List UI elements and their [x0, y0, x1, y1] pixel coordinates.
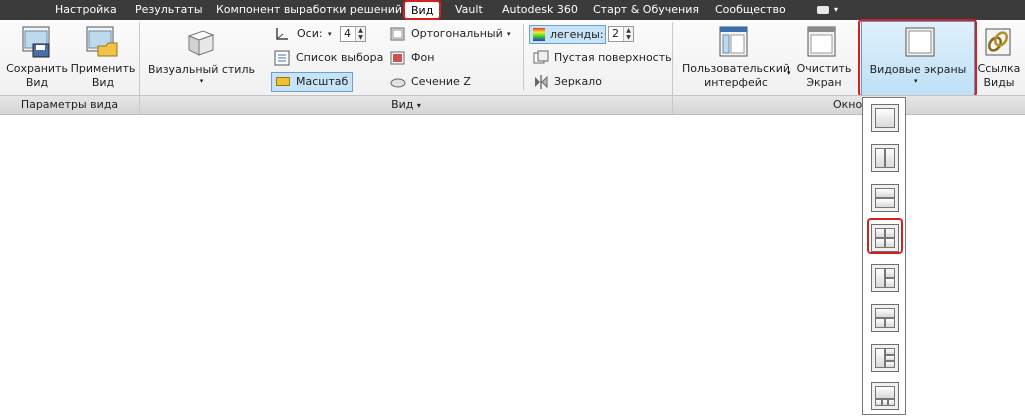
mirror-icon — [533, 74, 549, 93]
viewport-layout-dropdown — [862, 97, 906, 415]
stepper-arrows-icon[interactable]: ▲ ▼ — [623, 27, 633, 41]
tab-view[interactable]: Вид — [403, 0, 442, 20]
clear-screen-icon[interactable] — [807, 26, 837, 61]
tab-vault[interactable]: Vault — [455, 0, 483, 20]
panel-expand-chevron-icon[interactable]: ▾ — [417, 101, 421, 110]
user-interface-button[interactable]: Пользовательский интерфейс — [681, 62, 791, 90]
axes-icon — [274, 26, 290, 45]
link-views-icon[interactable] — [985, 28, 1011, 59]
highlight-frame — [858, 19, 977, 97]
tab-settings[interactable]: Настройка — [55, 0, 117, 20]
empty-surface-button[interactable]: Пустая поверхность — [554, 49, 672, 67]
user-interface-chevron-down-icon[interactable]: ▾ — [787, 69, 791, 77]
tab-autodesk-360[interactable]: Autodesk 360 — [502, 0, 578, 20]
minimize-ribbon-icon[interactable] — [817, 6, 829, 14]
orthographic-icon — [390, 26, 406, 45]
ribbon-tab-bar: Настройка Результаты Компонент выработки… — [0, 0, 1025, 20]
tab-community[interactable]: Сообщество — [715, 0, 786, 20]
ribbon-options-chevron-icon[interactable]: ▾ — [834, 4, 838, 16]
panel-title-view-params: Параметры вида — [0, 95, 139, 114]
section-z-button[interactable]: Сечение Z — [411, 73, 471, 91]
save-view-icon[interactable] — [22, 26, 52, 61]
section-z-icon — [390, 74, 406, 93]
viewport-layout-four-right-stack[interactable] — [871, 344, 899, 372]
viewport-layout-two-vertical[interactable] — [871, 144, 899, 172]
visual-style-cube-icon[interactable] — [185, 26, 217, 61]
axes-chevron-down-icon[interactable]: ▾ — [328, 30, 332, 38]
tab-results[interactable]: Результаты — [135, 0, 203, 20]
orthographic-chevron-down-icon[interactable]: ▾ — [507, 30, 511, 38]
viewport-layout-three-top[interactable] — [871, 304, 899, 332]
viewport-layout-single[interactable] — [871, 104, 899, 132]
selection-list-button[interactable]: Список выбора — [296, 49, 383, 67]
axes-label: Оси: — [297, 27, 323, 40]
inner-separator — [523, 24, 524, 90]
apply-view-icon[interactable] — [86, 26, 118, 61]
highlight-frame — [867, 218, 903, 254]
legends-toggle-button[interactable]: легенды: — [529, 25, 606, 44]
viewport-layout-three-left[interactable] — [871, 264, 899, 292]
axes-stepper[interactable]: 4 ▲ ▼ — [340, 26, 366, 42]
mirror-button[interactable]: Зеркало — [554, 73, 602, 91]
background-button[interactable]: Фон — [411, 49, 434, 67]
viewport-layout-four-bottom-stack[interactable] — [871, 382, 899, 410]
legends-stepper[interactable]: 2 ▲ ▼ — [608, 26, 634, 42]
panel-title-view[interactable]: Вид ▾ — [140, 95, 672, 114]
selection-list-icon — [274, 50, 290, 69]
chevron-down-icon: ▾ — [199, 77, 204, 85]
viewport-layout-two-horizontal[interactable] — [871, 184, 899, 212]
empty-surface-icon — [533, 50, 549, 69]
panel-title-window: Окно — [673, 95, 1025, 114]
tab-decision-component[interactable]: Компонент выработки решений — [216, 0, 402, 20]
ruler-icon — [276, 77, 290, 86]
visual-style-button[interactable]: Визуальный стиль ▾ — [145, 63, 258, 86]
clear-screen-button[interactable]: Очистить Экран — [792, 62, 856, 90]
tab-start-learning[interactable]: Старт & Обучения — [593, 0, 699, 20]
orthographic-button[interactable]: Ортогональный — [411, 25, 503, 43]
scale-toggle-button[interactable]: Масштаб — [271, 72, 353, 92]
apply-view-button[interactable]: Применить Вид — [68, 62, 138, 90]
save-view-button[interactable]: Сохранить Вид — [2, 62, 72, 90]
legend-gradient-icon — [533, 28, 545, 41]
stepper-arrows-icon[interactable]: ▲ ▼ — [355, 27, 365, 41]
link-views-button[interactable]: Ссылка Виды — [976, 62, 1022, 90]
background-icon — [390, 50, 406, 69]
user-interface-icon[interactable] — [719, 26, 749, 61]
